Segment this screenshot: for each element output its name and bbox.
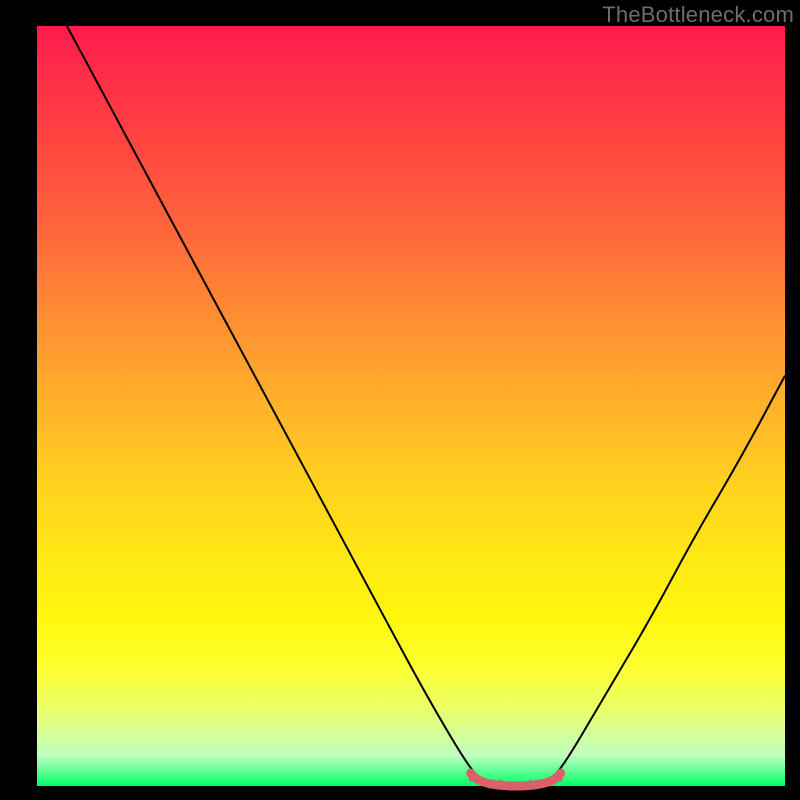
chart-frame: TheBottleneck.com xyxy=(0,0,800,800)
trough-marker-dot xyxy=(514,781,518,785)
trough-marker-dot xyxy=(559,777,563,781)
watermark-label: TheBottleneck.com xyxy=(602,2,794,28)
trough-marker-dot xyxy=(529,780,533,784)
trough-marker-dot xyxy=(499,780,503,784)
trough-marker-dot xyxy=(544,779,548,783)
chart-svg xyxy=(0,0,800,800)
chart-curve xyxy=(67,26,785,786)
trough-marker-dot xyxy=(484,779,488,783)
trough-marker-dot xyxy=(469,777,473,781)
